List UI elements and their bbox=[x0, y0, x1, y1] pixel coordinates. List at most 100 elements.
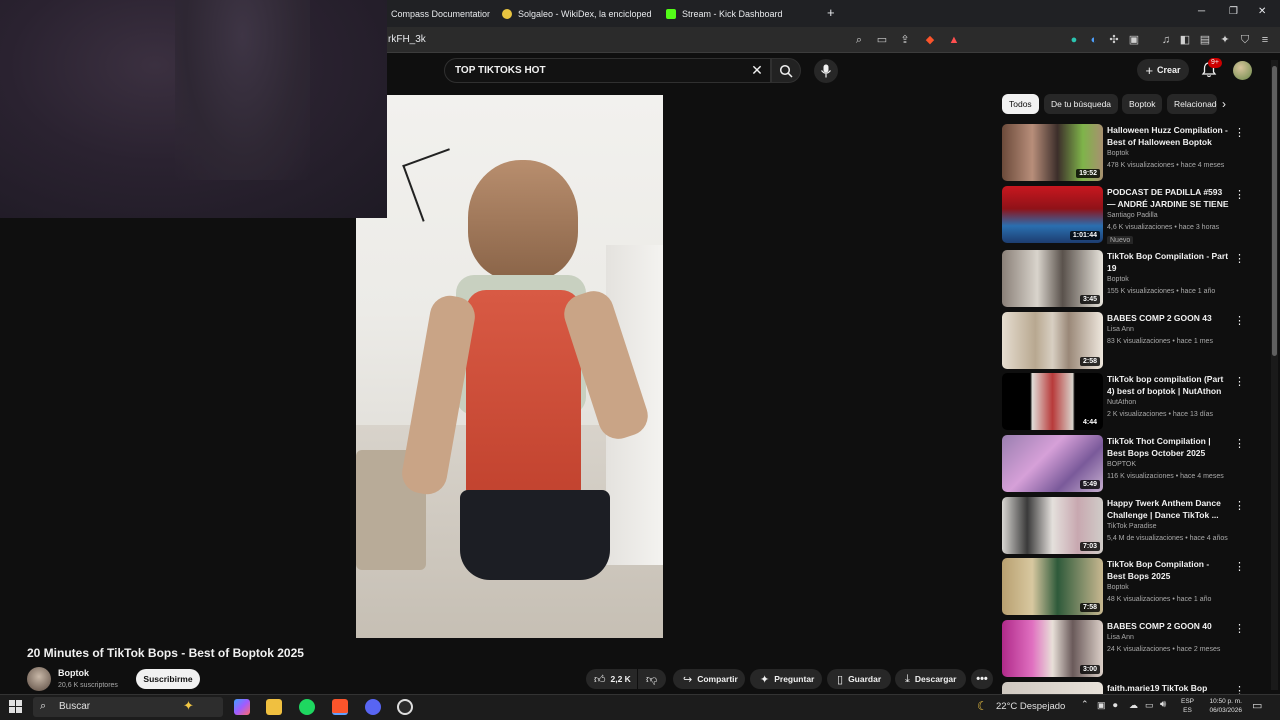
video-thumbnail[interactable]: 7:58 bbox=[1002, 558, 1103, 615]
recommendation-item[interactable]: 3:00 BABES COMP 2 GOON 40 Lisa Ann 24 K vis… bbox=[1002, 620, 1252, 678]
new-tab-button[interactable]: + bbox=[827, 5, 835, 20]
account-avatar[interactable] bbox=[1233, 61, 1252, 80]
recommendation-title[interactable]: TikTok Bop Compilation - Part 19 bbox=[1107, 251, 1229, 274]
tab-kick-dashboard[interactable]: Stream - Kick Dashboard bbox=[666, 4, 816, 24]
menu-icon[interactable]: ≡ bbox=[1257, 33, 1273, 47]
microphone-tray-icon[interactable]: ⏺ bbox=[1113, 700, 1118, 711]
recommendation-channel[interactable]: Boptok bbox=[1107, 150, 1129, 157]
video-thumbnail[interactable] bbox=[1002, 682, 1103, 694]
video-thumbnail[interactable]: 7:03 bbox=[1002, 497, 1103, 554]
extension-icon[interactable]: ● bbox=[1066, 33, 1082, 47]
download-button[interactable]: ⤓ Descargar bbox=[895, 669, 966, 689]
video-thumbnail[interactable]: 2:58 bbox=[1002, 312, 1103, 369]
zoom-icon[interactable]: ⌕ bbox=[851, 33, 867, 47]
url-text[interactable]: rkFH_3k bbox=[388, 34, 426, 45]
search-input[interactable]: TOP TIKTOKS HOT bbox=[444, 58, 771, 83]
recommendation-title[interactable]: TikTok Thot Compilation | Best Bops Octo… bbox=[1107, 436, 1229, 459]
puzzle-icon[interactable]: ✣ bbox=[1106, 33, 1122, 47]
more-vertical-icon[interactable]: ⋮ bbox=[1234, 126, 1245, 140]
create-button[interactable]: + Crear bbox=[1137, 59, 1189, 81]
audio-extension-icon[interactable]: ◐ bbox=[1086, 33, 1102, 47]
close-window-button[interactable]: ✕ bbox=[1258, 6, 1266, 17]
recommendation-channel[interactable]: BOPTOK bbox=[1107, 461, 1136, 468]
media-icon[interactable]: ♫ bbox=[1158, 33, 1174, 47]
chevron-right-icon[interactable]: › bbox=[1222, 97, 1236, 113]
chip-todos[interactable]: Todos bbox=[1002, 94, 1039, 114]
chip-de-tu-busqueda[interactable]: De tu búsqueda bbox=[1044, 94, 1119, 114]
more-vertical-icon[interactable]: ⋮ bbox=[1234, 252, 1245, 266]
video-thumbnail[interactable]: 5:49 bbox=[1002, 435, 1103, 492]
more-vertical-icon[interactable]: ⋮ bbox=[1234, 684, 1245, 694]
weather-text[interactable]: 22°C Despejado bbox=[996, 701, 1065, 712]
chevron-up-icon[interactable]: ⌃ bbox=[1081, 699, 1089, 710]
maximize-button[interactable]: ❐ bbox=[1229, 6, 1238, 17]
tab-wikidex[interactable]: Solgaleo - WikiDex, la enciclopedia P bbox=[502, 4, 652, 24]
recommendation-item[interactable]: 7:03 Happy Twerk Anthem Dance Challenge |… bbox=[1002, 497, 1252, 555]
more-vertical-icon[interactable]: ⋮ bbox=[1234, 622, 1245, 636]
file-explorer-icon[interactable] bbox=[266, 699, 282, 715]
tab-compass-documentation[interactable]: Compass Documentation bbox=[375, 4, 490, 24]
recommendation-channel[interactable]: Boptok bbox=[1107, 584, 1129, 591]
recommendation-channel[interactable]: Santiago Padilla bbox=[1107, 212, 1158, 219]
scrollbar-thumb[interactable] bbox=[1272, 66, 1277, 356]
video-thumbnail[interactable]: 1:01:44 bbox=[1002, 186, 1103, 243]
video-thumbnail[interactable]: 4:44 bbox=[1002, 373, 1103, 430]
obs-studio-icon[interactable] bbox=[397, 699, 413, 715]
recommendation-channel[interactable]: NutAthon bbox=[1107, 399, 1136, 406]
vpn-icon[interactable]: ⛉ bbox=[1237, 33, 1253, 47]
brave-browser-icon[interactable] bbox=[332, 699, 348, 715]
recommendation-title[interactable]: TikTok bop compilation (Part 4) best of … bbox=[1107, 374, 1229, 397]
recommendation-item[interactable]: 2:58 BABES COMP 2 GOON 43 Lisa Ann 83 K vis… bbox=[1002, 312, 1252, 370]
more-vertical-icon[interactable]: ⋮ bbox=[1234, 314, 1245, 328]
leo-ai-icon[interactable]: ✦ bbox=[1217, 33, 1233, 47]
recommendation-title[interactable]: PODCAST DE PADILLA #593 — ANDRÉ JARDINE … bbox=[1107, 187, 1229, 210]
recommendation-channel[interactable]: TikTok Paradise bbox=[1107, 523, 1157, 530]
dislike-button[interactable]: 👎︎ bbox=[638, 669, 666, 689]
recommendation-item[interactable]: 7:58 TikTok Bop Compilation - Best Bops 2… bbox=[1002, 558, 1252, 616]
brave-shield-icon[interactable]: ◆ bbox=[922, 33, 938, 47]
more-vertical-icon[interactable]: ⋮ bbox=[1234, 375, 1245, 389]
channel-name[interactable]: Boptok bbox=[58, 668, 89, 678]
more-vertical-icon[interactable]: ⋮ bbox=[1234, 499, 1245, 513]
copilot-taskbar-icon[interactable] bbox=[234, 699, 250, 715]
recommendation-item[interactable]: faith.marie19 TikTok Bop ⋮ bbox=[1002, 682, 1252, 694]
save-button[interactable]: ▯ Guardar bbox=[827, 669, 891, 689]
recommendation-item[interactable]: 3:45 TikTok Bop Compilation - Part 19 Bopt… bbox=[1002, 250, 1252, 308]
ask-button[interactable]: ✦ Preguntar bbox=[750, 669, 822, 689]
voice-search-button[interactable] bbox=[814, 59, 838, 83]
language-indicator[interactable]: ESP ES bbox=[1181, 697, 1194, 715]
windows-start-icon[interactable] bbox=[9, 700, 23, 714]
video-player[interactable] bbox=[356, 95, 663, 638]
more-vertical-icon[interactable]: ⋮ bbox=[1234, 188, 1245, 202]
recommendation-title[interactable]: BABES COMP 2 GOON 43 bbox=[1107, 313, 1229, 325]
brave-rewards-icon[interactable]: ▲ bbox=[946, 33, 962, 47]
recommendation-item[interactable]: 4:44 TikTok bop compilation (Part 4) best… bbox=[1002, 373, 1252, 431]
clear-search-icon[interactable]: ✕ bbox=[748, 61, 766, 79]
discord-icon[interactable] bbox=[365, 699, 381, 715]
search-button[interactable] bbox=[771, 58, 801, 83]
network-icon[interactable]: ▭ bbox=[1145, 700, 1154, 711]
recommendation-channel[interactable]: Lisa Ann bbox=[1107, 634, 1134, 641]
chip-relacionado[interactable]: Relacionado bbox=[1167, 94, 1217, 114]
subscribe-button[interactable]: Suscribirme bbox=[136, 669, 200, 689]
recommendation-title[interactable]: Halloween Huzz Compilation - Best of Hal… bbox=[1107, 125, 1229, 148]
recommendation-title[interactable]: faith.marie19 TikTok Bop bbox=[1107, 683, 1229, 694]
share-button[interactable]: ↪ Compartir bbox=[673, 669, 745, 689]
video-thumbnail[interactable]: 3:00 bbox=[1002, 620, 1103, 677]
recommendation-title[interactable]: BABES COMP 2 GOON 40 bbox=[1107, 621, 1229, 633]
tray-app-icon[interactable]: ▣ bbox=[1097, 700, 1106, 711]
screenshot-icon[interactable]: ▣ bbox=[1126, 33, 1142, 47]
recommendation-channel[interactable]: Lisa Ann bbox=[1107, 326, 1134, 333]
sidebar-icon[interactable]: ◧ bbox=[1177, 33, 1193, 47]
chip-boptok[interactable]: Boptok bbox=[1122, 94, 1163, 114]
channel-avatar[interactable] bbox=[27, 667, 51, 691]
minimize-button[interactable]: ─ bbox=[1198, 6, 1205, 17]
notification-center-icon[interactable]: ▭ bbox=[1252, 699, 1262, 712]
share-icon[interactable]: ⇪ bbox=[897, 33, 913, 47]
recommendation-item[interactable]: 1:01:44 PODCAST DE PADILLA #593 — ANDRÉ J… bbox=[1002, 186, 1252, 244]
wallet-icon[interactable]: ▤ bbox=[1197, 33, 1213, 47]
recommendation-item[interactable]: 5:49 TikTok Thot Compilation | Best Bops … bbox=[1002, 435, 1252, 493]
more-vertical-icon[interactable]: ⋮ bbox=[1234, 437, 1245, 451]
cast-icon[interactable]: ▭ bbox=[874, 33, 890, 47]
recommendation-title[interactable]: TikTok Bop Compilation - Best Bops 2025 bbox=[1107, 559, 1229, 582]
